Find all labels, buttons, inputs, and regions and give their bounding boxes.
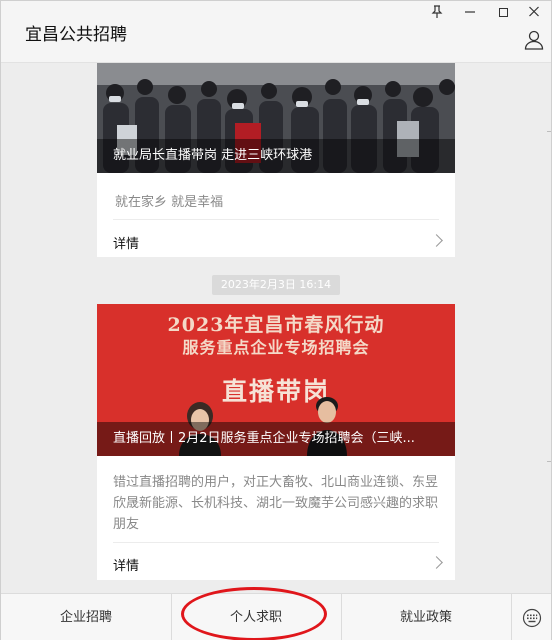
menu-employment-policy[interactable]: 就业政策 bbox=[341, 594, 511, 640]
article-caption: 就业局长直播带岗 走进三峡环球港 bbox=[97, 139, 455, 173]
banner-title: 2023年宜昌市春风行动 bbox=[167, 314, 385, 336]
scrollbar-mark bbox=[547, 131, 551, 132]
chevron-right-icon bbox=[430, 556, 443, 569]
article-card[interactable]: 2023年宜昌市春风行动 服务重点企业专场招聘会 直播带岗 直播回放丨2月2日服… bbox=[97, 304, 455, 580]
article-caption: 直播回放丨2月2日服务重点企业专场招聘会（三峡... bbox=[97, 422, 455, 456]
minimize-icon[interactable] bbox=[459, 5, 481, 21]
article-image[interactable]: 就业局长直播带岗 走进三峡环球港 bbox=[97, 63, 455, 173]
close-icon[interactable] bbox=[523, 5, 545, 21]
article-description: 错过直播招聘的用户，对正大畜牧、北山商业连锁、东昱欣晟新能源、长机科技、湖北一致… bbox=[113, 475, 439, 532]
timestamp-badge: 2023年2月3日 16:14 bbox=[212, 275, 340, 295]
detail-link[interactable]: 详情 bbox=[113, 233, 139, 252]
divider bbox=[113, 542, 439, 543]
highlight-annotation bbox=[181, 587, 327, 640]
detail-link[interactable]: 详情 bbox=[113, 555, 139, 574]
article-card[interactable]: 就业局长直播带岗 走进三峡环球港 就在家乡 就是幸福 详情 bbox=[97, 63, 455, 257]
chat-window: 宜昌公共招聘 就业局长直播带岗 走进三峡环球港 就在家乡 就是幸福 详情 202… bbox=[0, 0, 552, 640]
menu-enterprise-recruitment[interactable]: 企业招聘 bbox=[1, 594, 171, 640]
banner-subtitle: 服务重点企业专场招聘会 bbox=[182, 338, 370, 357]
chevron-right-icon bbox=[430, 234, 443, 247]
message-list[interactable]: 就业局长直播带岗 走进三峡环球港 就在家乡 就是幸福 详情 2023年2月3日 … bbox=[1, 63, 551, 593]
article-image[interactable]: 2023年宜昌市春风行动 服务重点企业专场招聘会 直播带岗 直播回放丨2月2日服… bbox=[97, 304, 455, 456]
article-description: 就在家乡 就是幸福 bbox=[115, 195, 224, 210]
keyboard-icon[interactable] bbox=[511, 594, 551, 640]
title-bar: 宜昌公共招聘 bbox=[1, 1, 551, 63]
scrollbar-mark bbox=[547, 461, 551, 462]
account-title: 宜昌公共招聘 bbox=[25, 25, 127, 45]
divider bbox=[113, 219, 439, 220]
banner-heading: 直播带岗 bbox=[221, 377, 330, 406]
pin-icon[interactable] bbox=[426, 5, 448, 21]
person-icon[interactable] bbox=[523, 29, 545, 51]
maximize-icon[interactable] bbox=[492, 5, 514, 21]
